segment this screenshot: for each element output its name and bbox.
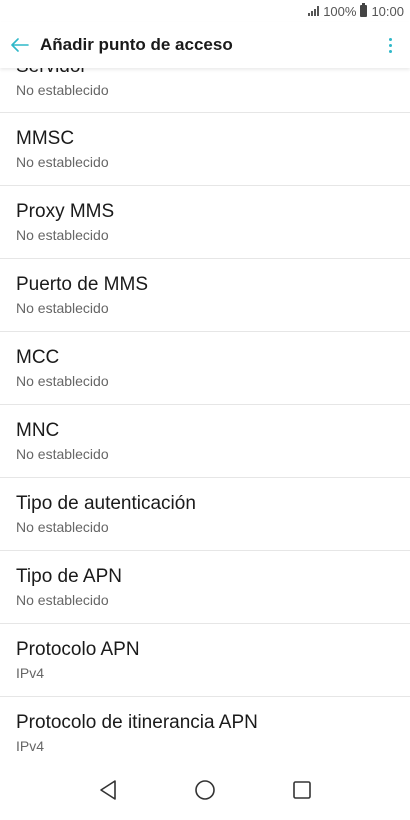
arrow-left-icon (11, 38, 29, 52)
setting-title: Tipo de autenticación (16, 492, 196, 514)
setting-title: MMSC (16, 127, 75, 149)
setting-value: No establecido (16, 153, 109, 170)
setting-value: No establecido (16, 226, 109, 243)
system-nav-bar (0, 760, 410, 820)
back-button[interactable] (0, 22, 40, 68)
battery-percent: 100% (323, 3, 357, 19)
setting-title: Protocolo APN (16, 638, 140, 660)
app-bar: Añadir punto de acceso (0, 22, 410, 68)
nav-home-button[interactable] (185, 770, 225, 810)
setting-title: Proxy MMS (16, 200, 115, 222)
overflow-menu-button[interactable] (370, 22, 410, 68)
setting-value: IPv4 (16, 664, 45, 681)
setting-title: MNC (16, 419, 60, 441)
signal-icon (308, 6, 320, 16)
settings-list[interactable]: Servidor No establecido MMSC No establec… (0, 68, 410, 760)
setting-value: No establecido (16, 591, 109, 608)
setting-value: IPv4 (16, 738, 45, 754)
page-title: Añadir punto de acceso (40, 35, 233, 54)
setting-value: No establecido (16, 82, 109, 98)
setting-mcc[interactable]: MCC No establecido (0, 332, 410, 405)
setting-mnc[interactable]: MNC No establecido (0, 405, 410, 478)
setting-value: No establecido (16, 299, 109, 316)
setting-title: Puerto de MMS (16, 273, 148, 295)
setting-title: Protocolo de itinerancia APN (16, 712, 258, 733)
setting-proxy-mms[interactable]: Proxy MMS No establecido (0, 186, 410, 259)
nav-back-button[interactable] (88, 770, 128, 810)
setting-puerto-mms[interactable]: Puerto de MMS No establecido (0, 259, 410, 332)
setting-tipo-autenticacion[interactable]: Tipo de autenticación No establecido (0, 478, 410, 551)
setting-title: MCC (16, 346, 60, 368)
setting-value: No establecido (16, 372, 109, 389)
nav-recents-button[interactable] (282, 770, 322, 810)
status-bar: 100% 10:00 (0, 0, 410, 22)
triangle-back-icon (100, 780, 117, 800)
setting-servidor[interactable]: Servidor No establecido (0, 68, 410, 113)
setting-protocolo-apn[interactable]: Protocolo APN IPv4 (0, 624, 410, 697)
setting-tipo-apn[interactable]: Tipo de APN No establecido (0, 551, 410, 624)
setting-value: No establecido (16, 445, 109, 462)
setting-title: Tipo de APN (16, 565, 122, 587)
battery-icon (360, 3, 368, 17)
circle-home-icon (195, 780, 215, 800)
setting-mmsc[interactable]: MMSC No establecido (0, 113, 410, 186)
square-recents-icon (292, 781, 311, 799)
clock: 10:00 (371, 3, 404, 19)
more-vert-icon (388, 37, 392, 41)
setting-protocolo-itinerancia-apn[interactable]: Protocolo de itinerancia APN IPv4 (0, 697, 410, 760)
setting-value: No establecido (16, 518, 109, 535)
setting-title: Servidor (16, 68, 394, 79)
